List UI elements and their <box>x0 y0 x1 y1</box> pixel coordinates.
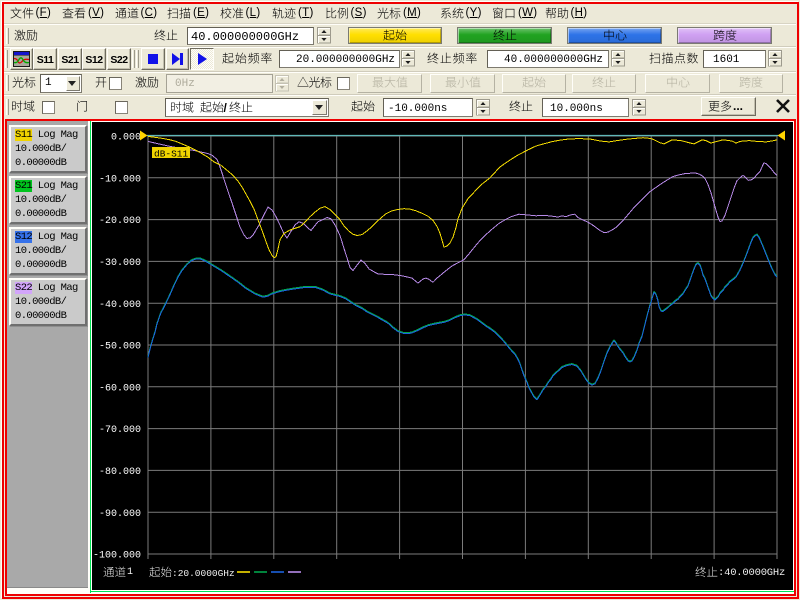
svg-text:-60.000: -60.000 <box>99 383 141 394</box>
svg-text:-80.000: -80.000 <box>99 467 141 478</box>
svg-text:-50.000: -50.000 <box>99 342 141 353</box>
svg-text:0.000: 0.000 <box>111 133 141 144</box>
svg-text:-30.000: -30.000 <box>99 258 141 269</box>
svg-text:-40.000: -40.000 <box>99 300 141 311</box>
svg-text:-100.000: -100.000 <box>93 551 141 562</box>
svg-text:-70.000: -70.000 <box>99 425 141 436</box>
svg-text:-20.000: -20.000 <box>99 216 141 227</box>
svg-text:-90.000: -90.000 <box>99 509 141 520</box>
svg-text:dB-S11: dB-S11 <box>154 149 189 160</box>
svg-text:-10.000: -10.000 <box>99 174 141 185</box>
